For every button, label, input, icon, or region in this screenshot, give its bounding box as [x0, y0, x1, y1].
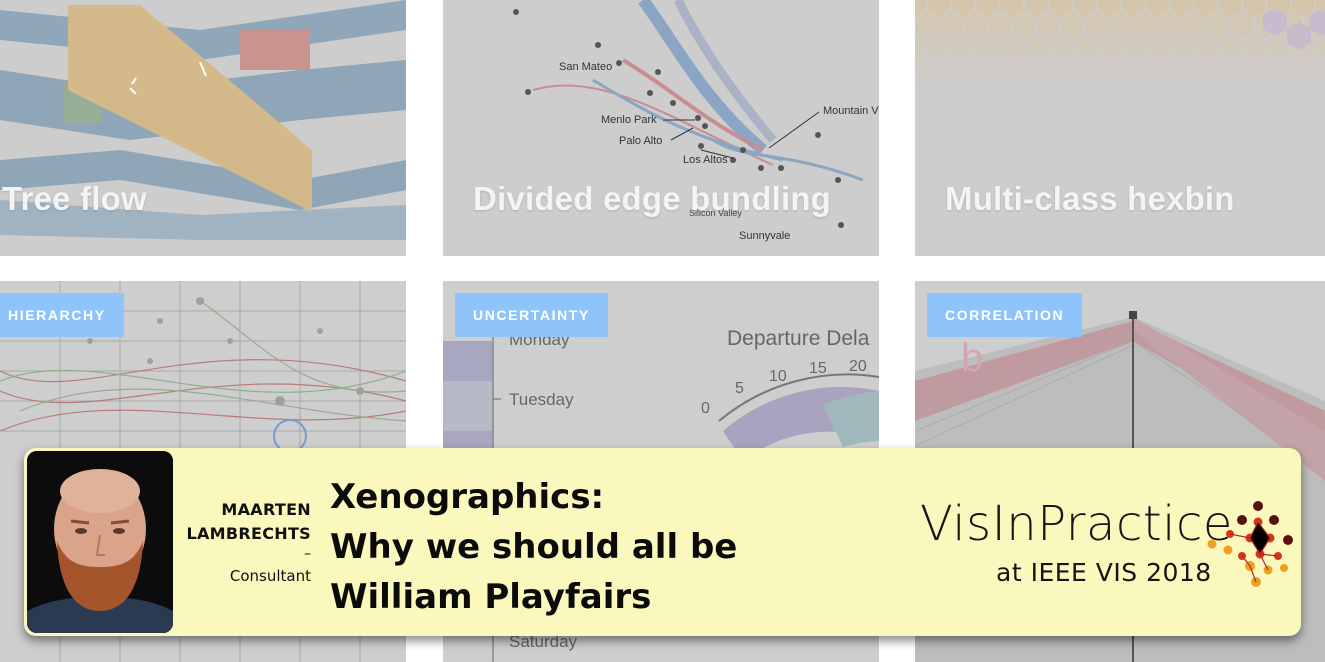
talk-title: Xenographics: Why we should all be Willi…	[330, 472, 737, 622]
day-label-tuesday: Tuesday	[509, 390, 574, 409]
presenter-info: MAARTEN LAMBRECHTS – Consultant	[186, 498, 311, 588]
tag-hierarchy[interactable]: HIERARCHY	[0, 293, 124, 337]
map-label-mountain-view: Mountain V	[823, 105, 879, 117]
tag-uncertainty[interactable]: UNCERTAINTY	[455, 293, 608, 337]
card-multi-class-hexbin[interactable]: Multi-class hexbin	[915, 0, 1325, 256]
panel-letter: b	[961, 336, 983, 380]
gauge-tick-15: 15	[809, 360, 827, 377]
presenter-separator: –	[304, 546, 311, 562]
gauge-tick-5: 5	[735, 380, 744, 397]
map-label-menlo-park: Menlo Park	[601, 114, 657, 126]
map-label-san-mateo: San Mateo	[559, 61, 612, 73]
visinpractice-event-text: at IEEE VIS 2018	[996, 558, 1212, 587]
talk-title-line-1: Xenographics:	[330, 477, 605, 517]
presenter-first-name: MAARTEN	[221, 500, 311, 519]
tag-correlation[interactable]: CORRELATION	[927, 293, 1083, 337]
talk-banner: MAARTEN LAMBRECHTS – Consultant Xenograp…	[24, 448, 1301, 636]
card-divided-edge-bundling[interactable]: San Mateo Menlo Park Palo Alto Los Altos…	[443, 0, 879, 256]
visinpractice-logo-icon	[1207, 501, 1293, 587]
card-title-divided-edge-bundling: Divided edge bundling	[473, 180, 832, 217]
gauge-tick-20: 20	[849, 358, 867, 375]
card-tree-flow[interactable]: Tree flow	[0, 0, 406, 256]
gauge-tick-10: 10	[769, 368, 787, 385]
gauge-title: Departure Dela	[727, 327, 870, 350]
map-label-palo-alto: Palo Alto	[619, 135, 662, 147]
gauge-tick-0: 0	[701, 400, 710, 417]
visinpractice-logo-text: VisInPractice	[920, 496, 1233, 552]
talk-title-line-3: William Playfairs	[330, 577, 652, 617]
presenter-last-name: LAMBRECHTS	[186, 524, 311, 543]
map-label-sunnyvale: Sunnyvale	[739, 230, 790, 242]
map-label-los-altos: Los Altos	[683, 154, 728, 166]
presenter-role: Consultant	[229, 567, 311, 585]
card-title-multi-class-hexbin: Multi-class hexbin	[945, 180, 1235, 217]
card-title-tree-flow: Tree flow	[2, 180, 147, 217]
presenter-photo	[27, 451, 173, 633]
talk-title-line-2: Why we should all be	[330, 527, 738, 567]
